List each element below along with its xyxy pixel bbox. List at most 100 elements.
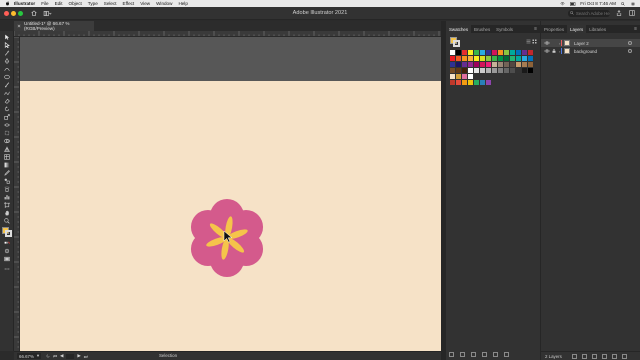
battery-icon[interactable] [570, 1, 576, 6]
color-swatch[interactable] [486, 56, 491, 61]
color-swatch[interactable] [492, 50, 497, 55]
visibility-eye-icon[interactable] [544, 41, 550, 45]
workspace-switcher-icon[interactable] [629, 10, 635, 18]
color-swatch[interactable] [474, 56, 479, 61]
color-swatch[interactable] [522, 62, 527, 67]
current-tool-label[interactable]: Selection [159, 353, 177, 358]
color-swatch[interactable] [522, 56, 527, 61]
color-swatch[interactable] [510, 56, 515, 61]
layer-row-layer-2[interactable]: › Layer 2 [541, 39, 640, 47]
menu-object[interactable]: Object [69, 1, 82, 6]
free-transform-tool-icon[interactable] [3, 130, 11, 136]
color-swatch[interactable] [468, 62, 473, 67]
mesh-tool-icon[interactable] [3, 154, 11, 160]
magic-wand-tool-icon[interactable] [3, 50, 11, 56]
hand-tool-icon[interactable] [3, 210, 11, 216]
color-swatch[interactable] [468, 68, 473, 73]
menu-select[interactable]: Select [104, 1, 117, 6]
color-swatch[interactable] [462, 74, 467, 79]
color-swatch[interactable] [450, 56, 455, 61]
tab-brushes[interactable]: Brushes [471, 25, 493, 33]
color-swatch[interactable] [486, 50, 491, 55]
color-swatch[interactable] [522, 68, 527, 73]
tab-libraries[interactable]: Libraries [586, 25, 609, 33]
color-swatch[interactable] [516, 62, 521, 67]
color-swatch[interactable] [510, 68, 515, 73]
color-swatch[interactable] [456, 50, 461, 55]
tab-layers[interactable]: Layers [567, 25, 587, 33]
layer-target-icon[interactable] [628, 49, 632, 53]
show-swatch-kinds-icon[interactable] [460, 352, 465, 357]
color-swatch[interactable] [462, 80, 467, 85]
color-swatch[interactable] [450, 62, 455, 67]
stroke-swatch[interactable] [5, 230, 12, 237]
color-swatch[interactable] [480, 68, 485, 73]
canvas-pasteboard[interactable] [20, 37, 441, 351]
color-swatch[interactable] [480, 80, 485, 85]
color-swatch[interactable] [504, 56, 509, 61]
color-swatch[interactable] [498, 68, 503, 73]
color-swatch[interactable] [456, 62, 461, 67]
color-swatch[interactable] [504, 62, 509, 67]
menu-clock[interactable]: Fri Oct 8 7:46 AM [580, 1, 616, 6]
color-swatch[interactable] [450, 68, 455, 73]
selection-tool-icon[interactable] [3, 34, 11, 40]
color-swatch[interactable] [504, 68, 509, 73]
artboard-tool-icon[interactable] [3, 202, 11, 208]
delete-layer-icon[interactable] [621, 353, 627, 359]
control-center-icon[interactable] [631, 2, 636, 6]
edit-toolbar-icon[interactable] [3, 266, 11, 272]
color-swatch[interactable] [462, 56, 467, 61]
color-swatch[interactable] [492, 68, 497, 73]
menu-edit[interactable]: Edit [55, 1, 63, 6]
color-swatch[interactable] [492, 56, 497, 61]
paintbrush-tool-icon[interactable] [3, 82, 11, 88]
color-swatch[interactable] [468, 50, 473, 55]
first-artboard-icon[interactable]: ⏮ [53, 354, 57, 359]
tab-swatches[interactable]: Swatches [446, 25, 472, 33]
new-color-group-icon[interactable] [482, 352, 487, 357]
menu-view[interactable]: View [140, 1, 150, 6]
color-swatch[interactable] [486, 62, 491, 67]
rotate-tool-icon[interactable] [3, 106, 11, 112]
color-swatch[interactable] [528, 50, 533, 55]
swatch-options-icon[interactable] [471, 352, 476, 357]
color-swatch[interactable] [528, 62, 533, 67]
shaper-tool-icon[interactable] [3, 90, 11, 96]
apple-icon[interactable] [5, 1, 10, 6]
color-swatch[interactable] [450, 80, 455, 85]
symbol-sprayer-tool-icon[interactable] [3, 186, 11, 192]
rotate-view-icon[interactable] [46, 354, 50, 359]
help-search-field[interactable] [568, 10, 610, 17]
chevron-right-icon[interactable]: › [559, 41, 562, 46]
close-document-icon[interactable] [17, 24, 21, 29]
new-sublayer-icon[interactable] [601, 353, 607, 359]
panel-menu-icon[interactable]: ≡ [634, 26, 637, 32]
menu-help[interactable]: Help [178, 1, 187, 6]
color-swatch[interactable] [510, 50, 515, 55]
list-view-icon[interactable] [526, 39, 531, 46]
color-swatch[interactable] [516, 50, 521, 55]
collect-for-export-icon[interactable] [571, 353, 577, 359]
swatch-fill-stroke[interactable] [450, 37, 460, 47]
color-swatch[interactable] [498, 56, 503, 61]
blend-tool-icon[interactable] [3, 178, 11, 184]
next-artboard-icon[interactable]: ▶ [77, 353, 80, 359]
search-input[interactable] [576, 11, 610, 16]
menu-type[interactable]: Type [88, 1, 98, 6]
color-swatch[interactable] [456, 68, 461, 73]
wifi-icon[interactable] [560, 1, 565, 6]
artboard-number-field[interactable] [66, 353, 75, 359]
color-swatch[interactable] [456, 80, 461, 85]
gradient-tool-icon[interactable] [3, 162, 11, 168]
color-swatch[interactable] [528, 68, 533, 73]
previous-artboard-icon[interactable]: ◀ [60, 353, 63, 359]
lock-icon[interactable] [552, 49, 556, 53]
scale-tool-icon[interactable] [3, 114, 11, 120]
color-swatch[interactable] [516, 68, 521, 73]
menu-illustrator[interactable]: Illustrator [14, 1, 35, 6]
flower-artwork[interactable] [183, 194, 271, 282]
layer-target-icon[interactable] [628, 41, 632, 45]
new-swatch-icon[interactable] [493, 352, 498, 357]
color-swatch[interactable] [522, 50, 527, 55]
